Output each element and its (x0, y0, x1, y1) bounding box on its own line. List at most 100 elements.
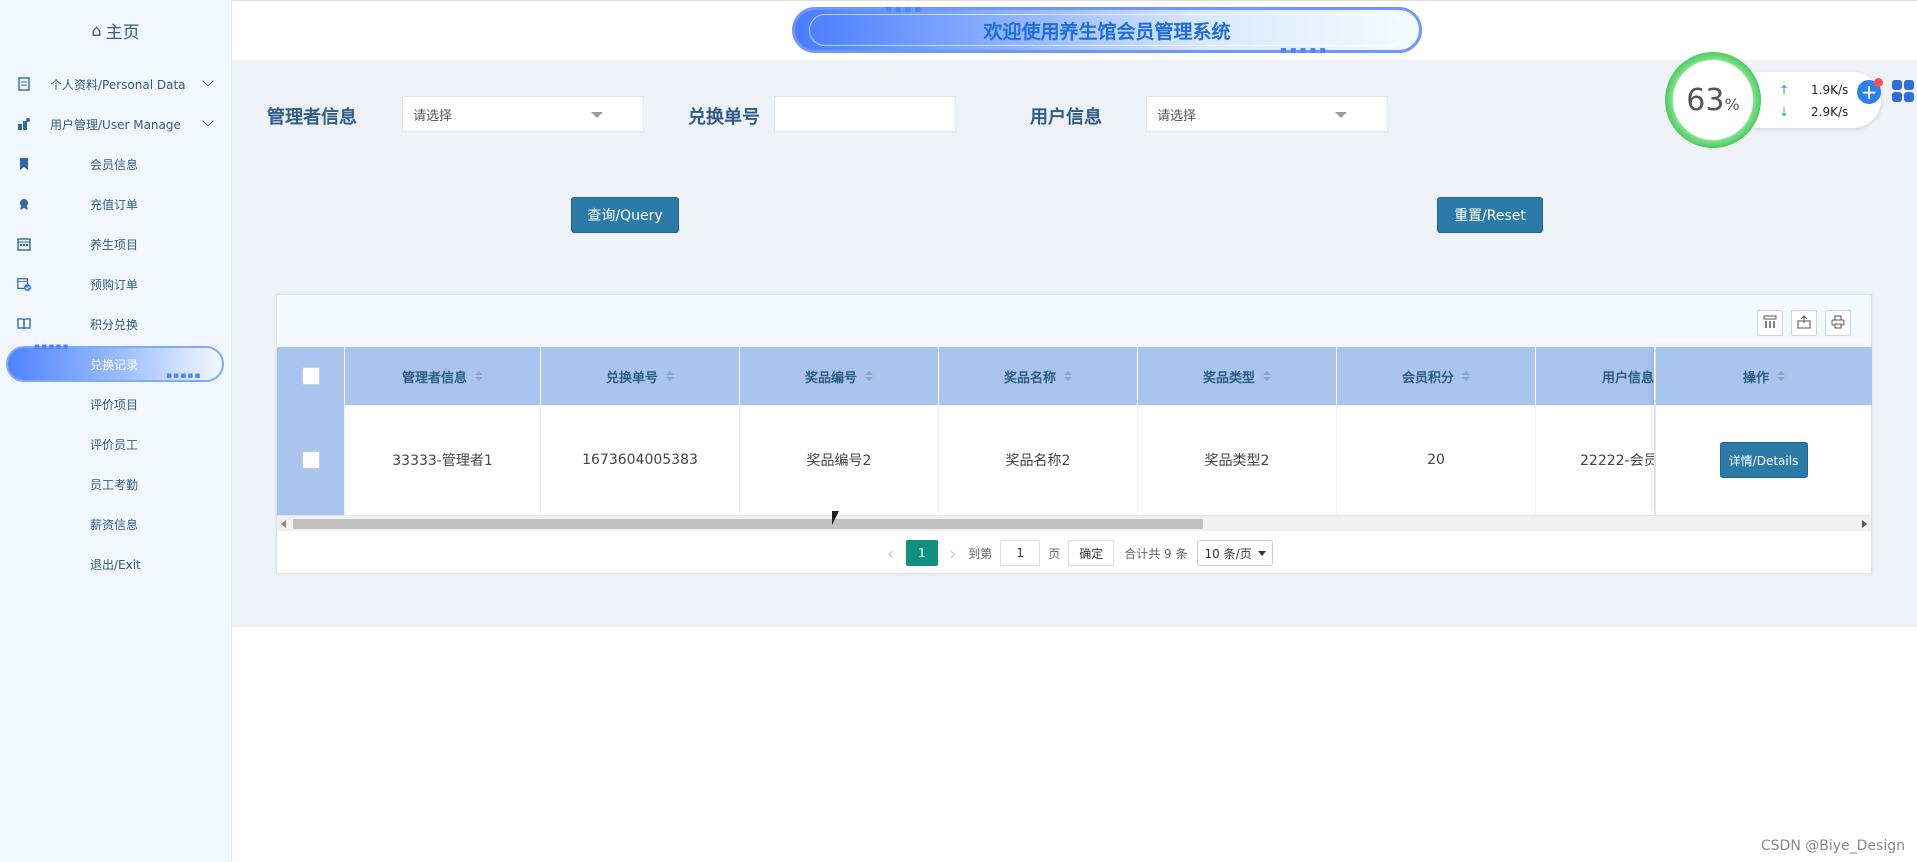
menu-exit[interactable]: 退出/Exit (0, 544, 231, 584)
column-header-order-no[interactable]: 兑换单号 (541, 347, 740, 405)
menu-attendance[interactable]: 员工考勤 (0, 464, 231, 504)
column-header-points[interactable]: 会员积分 (1337, 347, 1536, 405)
scrollbar-thumb[interactable] (293, 519, 1203, 529)
menu-label: 充值订单 (90, 197, 139, 212)
menu-label: 个人资料/Personal Data (50, 77, 186, 92)
goto-page-input[interactable]: 1 (1000, 540, 1041, 566)
usage-percent: 63% (1686, 82, 1740, 118)
page-unit-label: 页 (1048, 546, 1061, 561)
column-header-label: 奖品编号 (804, 370, 857, 386)
menu-label: 员工考勤 (90, 477, 139, 492)
decor-dots: ▪▪▪▪▪ (166, 371, 202, 381)
mouse-cursor-icon (832, 511, 839, 525)
export-icon (1797, 314, 1811, 332)
goto-label: 到第 (968, 546, 993, 561)
menu-label: 评价项目 (90, 397, 139, 412)
menu-health-projects[interactable]: 养生项目 (0, 224, 231, 264)
home-icon: ⌂ (91, 20, 102, 40)
usage-percent-value: 63 (1686, 82, 1725, 118)
goto-confirm-button[interactable]: 确定 (1068, 540, 1115, 566)
menu-points-exchange[interactable]: 积分兑换 (0, 304, 231, 344)
document-icon (17, 77, 31, 91)
menu-preorders[interactable]: 预购订单 (0, 264, 231, 304)
table-header: 管理者信息 兑换单号 奖品编号 奖品名称 奖品类型 会员积分 用户信息 (277, 347, 1655, 405)
page-title: 欢迎使用养生馆会员管理系统 (983, 20, 1231, 43)
sort-icon (865, 371, 873, 381)
decor-dots: ▪▪▪▪▪ (34, 342, 70, 352)
details-button[interactable]: 详情/Details (1719, 442, 1808, 478)
menu-exchange-records[interactable]: ▪▪▪▪▪ 兑换记录 ▪▪▪▪▪ (0, 342, 231, 384)
column-header-label: 奖品名称 (1003, 370, 1056, 386)
upload-row: ↑ 1.9K/s (1779, 80, 1848, 100)
network-speed-widget[interactable]: ↑ 1.9K/s ↓ 2.9K/s 63% + (1665, 52, 1917, 152)
column-header-label: 操作 (1742, 370, 1769, 386)
menu-label: 养生项目 (90, 237, 139, 252)
columns-icon (1763, 315, 1777, 332)
cell-order-no: 1673604005383 (541, 405, 740, 515)
apps-grid-icon[interactable] (1892, 80, 1914, 102)
manager-select-placeholder: 请选择 (413, 108, 453, 124)
horizontal-scrollbar[interactable] (277, 515, 1871, 531)
menu-label: 评价员工 (90, 437, 139, 452)
row-checkbox[interactable] (301, 451, 320, 469)
user-select[interactable]: 请选择 (1146, 96, 1388, 132)
reset-button[interactable]: 重置/Reset (1437, 197, 1543, 233)
menu-rate-projects[interactable]: 评价项目 (0, 384, 231, 424)
column-header-prize-type[interactable]: 奖品类型 (1138, 347, 1337, 405)
pagination: ‹ 1 › 到第 1 页 确定 合计共 9 条 10 条/页 (277, 532, 1871, 574)
prev-page-icon[interactable]: ‹ (887, 544, 893, 563)
header: ▪▪▪▪ 欢迎使用养生馆会员管理系统 ▪▪▪▪▪ (232, 0, 1917, 60)
menu-label: 薪资信息 (90, 517, 139, 532)
page-size-select[interactable]: 10 条/页 (1197, 540, 1273, 566)
download-speed: 2.9K/s (1811, 105, 1849, 119)
query-button[interactable]: 查询/Query (571, 197, 679, 233)
export-button[interactable] (1791, 310, 1817, 336)
select-all-checkbox[interactable] (301, 367, 320, 385)
scroll-right-icon[interactable] (1862, 520, 1867, 528)
cell-prize-no: 奖品编号2 (740, 405, 939, 515)
total-count: 合计共 9 条 (1124, 546, 1188, 561)
chevron-down-icon (202, 115, 214, 127)
title-banner: ▪▪▪▪ 欢迎使用养生馆会员管理系统 ▪▪▪▪▪ (792, 4, 1422, 56)
scroll-left-icon[interactable] (281, 520, 286, 528)
menu-personal-data[interactable]: 个人资料/Personal Data (0, 64, 231, 104)
caret-down-icon (591, 112, 603, 118)
cell-prize-name: 奖品名称2 (939, 405, 1138, 515)
download-row: ↓ 2.9K/s (1779, 102, 1848, 122)
current-page-button[interactable]: 1 (905, 540, 938, 566)
print-button[interactable] (1825, 310, 1851, 336)
home-label: 主页 (105, 22, 140, 43)
table-row[interactable]: 33333-管理者1 1673604005383 奖品编号2 奖品名称2 奖品类… (277, 405, 1655, 515)
arrow-down-icon: ↓ (1779, 105, 1790, 119)
column-header-manager[interactable]: 管理者信息 (345, 347, 541, 405)
column-header-prize-name[interactable]: 奖品名称 (939, 347, 1138, 405)
chevron-down-icon (202, 75, 214, 87)
column-header-user[interactable]: 用户信息 (1536, 347, 1655, 405)
cpu-usage-ring: 63% (1665, 52, 1761, 148)
order-number-input[interactable] (774, 96, 956, 132)
menu-recharge-orders[interactable]: 充值订单 (0, 184, 231, 224)
user-filter-label: 用户信息 (1030, 107, 1102, 128)
column-header-label: 兑换单号 (605, 370, 658, 386)
sort-icon (1263, 371, 1271, 381)
table-toolbar (277, 295, 1871, 347)
decor-dots: ▪▪▪▪▪ (1280, 45, 1329, 56)
app-window: ⌂ 主页 个人资料/Personal Data 用户管理/User Manage… (0, 0, 1917, 862)
table-panel: 管理者信息 兑换单号 奖品编号 奖品名称 奖品类型 会员积分 用户信息 3333… (276, 294, 1872, 574)
columns-filter-button[interactable] (1757, 310, 1783, 336)
manager-select[interactable]: 请选择 (402, 96, 644, 132)
sort-icon (1777, 371, 1785, 381)
menu-user-manage[interactable]: 用户管理/User Manage (0, 104, 231, 144)
menu-member-info[interactable]: 会员信息 (0, 144, 231, 184)
next-page-icon[interactable]: › (950, 544, 956, 563)
notification-dot (1874, 78, 1883, 87)
cell-prize-type: 奖品类型2 (1138, 405, 1337, 515)
column-header-label: 管理者信息 (401, 370, 467, 386)
menu-rate-staff[interactable]: 评价员工 (0, 424, 231, 464)
menu-salary[interactable]: 薪资信息 (0, 504, 231, 544)
column-header-prize-no[interactable]: 奖品编号 (740, 347, 939, 405)
column-header-operation[interactable]: 操作 (1656, 347, 1872, 405)
home-link[interactable]: ⌂ 主页 (0, 0, 231, 60)
menu-label: 预购订单 (90, 277, 139, 292)
sidebar: ⌂ 主页 个人资料/Personal Data 用户管理/User Manage… (0, 0, 232, 862)
